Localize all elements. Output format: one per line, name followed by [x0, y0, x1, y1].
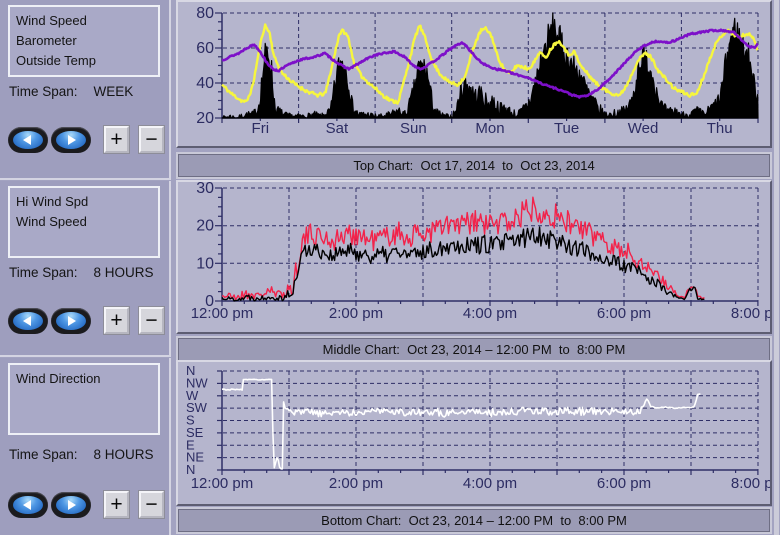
bottom-chart-control-panel: Wind Direction Time Span: 8 HOURS + −	[0, 358, 171, 535]
legend-item: Wind Speed	[16, 212, 158, 232]
scroll-forward-button[interactable]	[51, 127, 91, 153]
legend-item: Wind Direction	[16, 369, 158, 389]
zoom-out-button[interactable]: −	[139, 126, 164, 153]
bottom-legend-box: Wind Direction	[8, 363, 160, 435]
top-chart-caption: Top Chart: Oct 17, 2014 to Oct 23, 2014	[178, 154, 770, 177]
left-arrow-icon	[13, 131, 43, 149]
time-span-row: Time Span: 8 HOURS	[9, 265, 154, 280]
bottom-chart-plot: NNEESESSWWNWN12:00 pm2:00 pm4:00 pm6:00 …	[178, 362, 770, 504]
top-chart-plot: 20 40 60 80 Fri Sat Sun Mon Tue Wed Thu	[178, 2, 770, 146]
right-arrow-icon	[56, 496, 86, 514]
time-span-value: WEEK	[94, 84, 134, 99]
svg-text:Fri: Fri	[252, 120, 269, 137]
svg-text:Sat: Sat	[326, 120, 349, 137]
time-span-row: Time Span: WEEK	[9, 84, 133, 99]
svg-text:Wed: Wed	[628, 120, 659, 137]
top-chart-control-panel: Wind Speed Barometer Outside Temp Time S…	[0, 0, 171, 180]
time-span-value: 8 HOURS	[94, 447, 154, 462]
svg-text:40: 40	[196, 75, 214, 92]
zoom-in-button[interactable]: +	[104, 491, 129, 518]
svg-text:20: 20	[196, 218, 214, 235]
right-arrow-icon	[56, 131, 86, 149]
legend-item: Wind Speed	[16, 11, 158, 31]
scroll-back-button[interactable]	[8, 127, 48, 153]
svg-text:N: N	[186, 363, 195, 378]
svg-text:60: 60	[196, 40, 214, 57]
time-span-label: Time Span:	[9, 265, 78, 280]
svg-text:Tue: Tue	[554, 120, 579, 137]
chart-nav-buttons: + −	[8, 126, 164, 153]
svg-text:10: 10	[196, 255, 214, 272]
time-span-value: 8 HOURS	[94, 265, 154, 280]
zoom-out-button[interactable]: −	[139, 491, 164, 518]
zoom-out-button[interactable]: −	[139, 307, 164, 334]
time-span-label: Time Span:	[9, 84, 78, 99]
svg-text:20: 20	[196, 110, 214, 127]
time-span-label: Time Span:	[9, 447, 78, 462]
top-chart: 20 40 60 80 Fri Sat Sun Mon Tue Wed Thu	[176, 0, 772, 148]
middle-chart-caption: Middle Chart: Oct 23, 2014 – 12:00 PM to…	[178, 338, 770, 361]
legend-item: Hi Wind Spd	[16, 192, 158, 212]
middle-legend-box: Hi Wind Spd Wind Speed	[8, 186, 160, 258]
zoom-in-button[interactable]: +	[104, 307, 129, 334]
svg-text:8:00 pm: 8:00 pm	[731, 475, 770, 492]
scroll-forward-button[interactable]	[51, 308, 91, 334]
bottom-chart-caption: Bottom Chart: Oct 23, 2014 – 12:00 PM to…	[178, 509, 770, 532]
chart-nav-buttons: + −	[8, 307, 164, 334]
bottom-chart: NNEESESSWWNWN12:00 pm2:00 pm4:00 pm6:00 …	[176, 360, 772, 506]
svg-text:6:00 pm: 6:00 pm	[597, 305, 651, 322]
svg-text:30: 30	[196, 182, 214, 197]
scroll-back-button[interactable]	[8, 308, 48, 334]
svg-text:2:00 pm: 2:00 pm	[329, 475, 383, 492]
legend-item: Outside Temp	[16, 51, 158, 71]
legend-item: Barometer	[16, 31, 158, 51]
svg-text:8:00 pm: 8:00 pm	[731, 305, 770, 322]
chart-nav-buttons: + −	[8, 491, 164, 518]
time-span-row: Time Span: 8 HOURS	[9, 447, 154, 462]
svg-text:12:00 pm: 12:00 pm	[191, 475, 254, 492]
left-arrow-icon	[13, 496, 43, 514]
right-arrow-icon	[56, 312, 86, 330]
top-legend-box: Wind Speed Barometer Outside Temp	[8, 5, 160, 77]
middle-chart: 010203012:00 pm2:00 pm4:00 pm6:00 pm8:00…	[176, 180, 772, 334]
svg-text:Sun: Sun	[400, 120, 427, 137]
window-edge	[774, 0, 779, 535]
svg-text:6:00 pm: 6:00 pm	[597, 475, 651, 492]
middle-chart-control-panel: Hi Wind Spd Wind Speed Time Span: 8 HOUR…	[0, 181, 171, 357]
svg-text:2:00 pm: 2:00 pm	[329, 305, 383, 322]
svg-text:80: 80	[196, 5, 214, 22]
scroll-back-button[interactable]	[8, 492, 48, 518]
zoom-in-button[interactable]: +	[104, 126, 129, 153]
svg-text:4:00 pm: 4:00 pm	[463, 305, 517, 322]
left-arrow-icon	[13, 312, 43, 330]
middle-chart-plot: 010203012:00 pm2:00 pm4:00 pm6:00 pm8:00…	[178, 182, 770, 332]
svg-text:Thu: Thu	[707, 120, 733, 137]
weather-chart-window: Wind Speed Barometer Outside Temp Time S…	[0, 0, 780, 535]
svg-text:12:00 pm: 12:00 pm	[191, 305, 254, 322]
scroll-forward-button[interactable]	[51, 492, 91, 518]
svg-text:4:00 pm: 4:00 pm	[463, 475, 517, 492]
svg-text:Mon: Mon	[475, 120, 504, 137]
